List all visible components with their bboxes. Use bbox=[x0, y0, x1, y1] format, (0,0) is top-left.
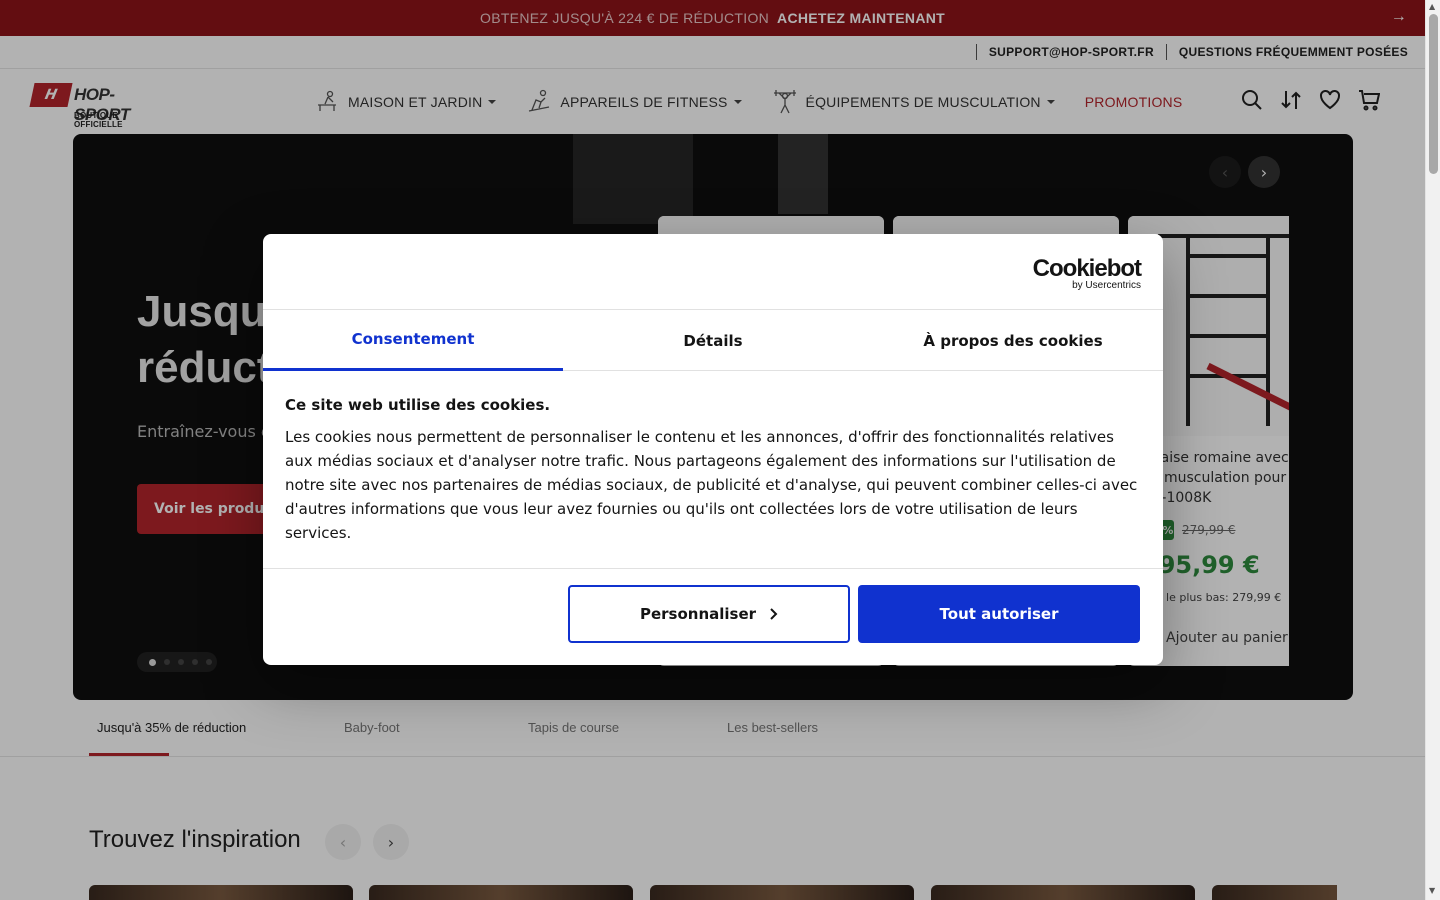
scroll-down-icon[interactable]: ▼ bbox=[1429, 886, 1435, 895]
chevron-right-icon bbox=[770, 608, 778, 620]
customize-label: Personnaliser bbox=[639, 605, 757, 623]
cookie-actions: Personnaliser Tout autoriser bbox=[263, 568, 1163, 665]
cookie-consent-dialog: Cookiebot by Usercentrics Consentement D… bbox=[263, 234, 1163, 665]
cookiebot-brand: Cookiebot bbox=[1032, 255, 1142, 282]
scroll-up-icon[interactable]: ▲ bbox=[1429, 2, 1435, 11]
allow-all-button[interactable]: Tout autoriser bbox=[858, 585, 1140, 643]
page-scrollbar[interactable]: ▲ ▼ bbox=[1425, 0, 1440, 900]
cookiebot-logo: Cookiebot by Usercentrics bbox=[1032, 255, 1142, 292]
cookie-heading: Ce site web utilise des cookies. bbox=[285, 396, 551, 414]
tab-consent[interactable]: Consentement bbox=[263, 310, 563, 371]
tab-details[interactable]: Détails bbox=[563, 310, 863, 371]
customize-button[interactable]: Personnaliser bbox=[568, 585, 850, 643]
tab-about-cookies[interactable]: À propos des cookies bbox=[863, 310, 1163, 371]
cookie-tabs: Consentement Détails À propos des cookie… bbox=[263, 309, 1163, 371]
scrollbar-thumb[interactable] bbox=[1429, 14, 1438, 174]
cookie-body-text: Les cookies nous permettent de personnal… bbox=[285, 428, 1138, 542]
